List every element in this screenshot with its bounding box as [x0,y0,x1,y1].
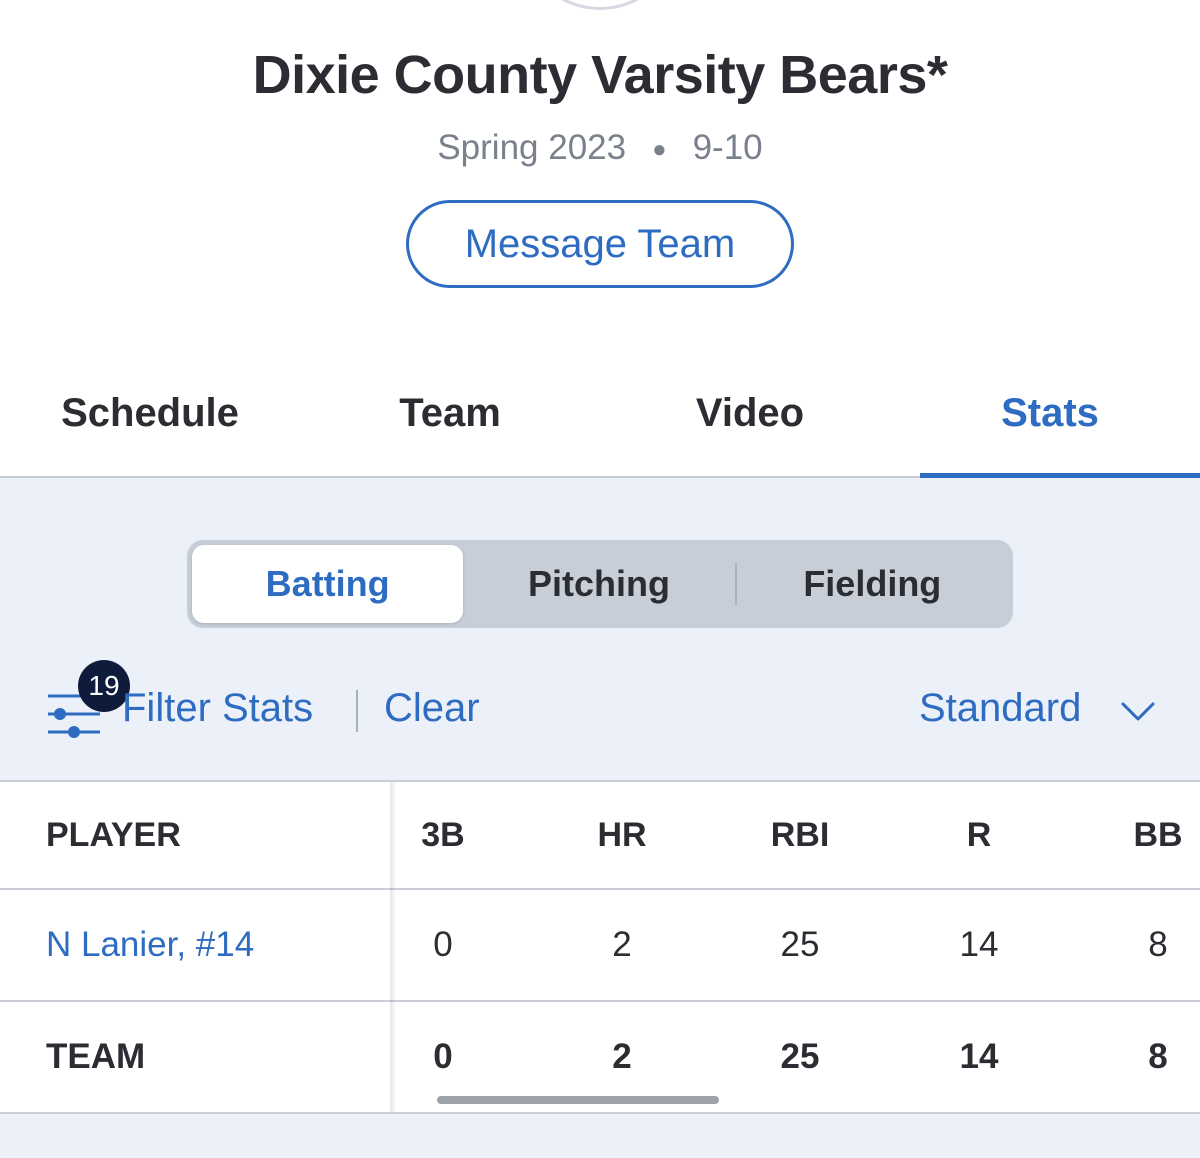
stat-cell: 14 [959,1037,999,1076]
tab-stats[interactable]: Stats [900,350,1200,478]
filter-stats-button[interactable]: Filter Stats [122,686,313,731]
stat-cell: 2 [612,925,632,964]
stat-cell: 0 [433,925,453,964]
team-title: Dixie County Varsity Bears* [252,45,948,105]
tab-schedule[interactable]: Schedule [0,350,300,476]
tab-video[interactable]: Video [600,350,900,476]
team-totals-label: TEAM [46,1037,146,1076]
stat-cell: 2 [612,1037,632,1076]
column-header-rbi[interactable]: RBI [740,816,860,855]
tab-team[interactable]: Team [300,350,600,476]
column-header-player[interactable]: PLAYER [46,816,181,855]
column-header-bb[interactable]: BB [1098,816,1200,855]
chevron-down-icon[interactable] [1120,700,1156,724]
player-link[interactable]: N Lanier, #14 [46,925,254,965]
team-page: Dixie County Varsity Bears* Spring 2023 ●… [0,0,1200,1158]
tab-bar: Schedule Team Video Stats [0,350,1200,478]
stats-panel: Batting Pitching Fielding 19 Filter Stat… [0,478,1200,1158]
team-subtitle: Spring 2023 ● 9-10 [0,128,1200,168]
record-label: 9-10 [692,128,763,167]
stat-cell: 25 [780,925,820,964]
message-team-button[interactable]: Message Team [406,200,794,288]
separator-dot-icon: ● [652,135,667,163]
clear-filters-button[interactable]: Clear [384,686,480,731]
column-header-hr[interactable]: HR [562,816,682,855]
team-avatar [520,0,680,10]
column-header-r[interactable]: R [919,816,1039,855]
stat-view-dropdown[interactable]: Standard [919,686,1081,731]
table-row: N Lanier, #14 0 2 25 14 8 [0,890,1200,1002]
stats-segmented-control: Batting Pitching Fielding [187,540,1013,628]
segment-batting[interactable]: Batting [192,545,464,623]
season-label: Spring 2023 [437,128,627,167]
segment-fielding[interactable]: Fielding [737,545,1008,623]
stat-cell: 25 [780,1037,820,1076]
batting-stats-table: PLAYER 3B HR RBI R BB N Lanier, #14 0 2 … [0,780,1200,1114]
frozen-column-shadow [390,782,396,1112]
horizontal-scrollbar[interactable] [437,1096,719,1104]
column-header-3b[interactable]: 3B [383,816,503,855]
stat-cell: 14 [959,925,999,964]
filter-separator [356,690,358,732]
stat-cell: 0 [433,1037,453,1076]
stat-cell: 8 [1148,1037,1168,1076]
segment-pitching[interactable]: Pitching [463,545,734,623]
filter-row: 19 Filter Stats Clear Standard [0,660,1200,760]
stat-cell: 8 [1148,925,1168,964]
table-header-row: PLAYER 3B HR RBI R BB [0,782,1200,890]
